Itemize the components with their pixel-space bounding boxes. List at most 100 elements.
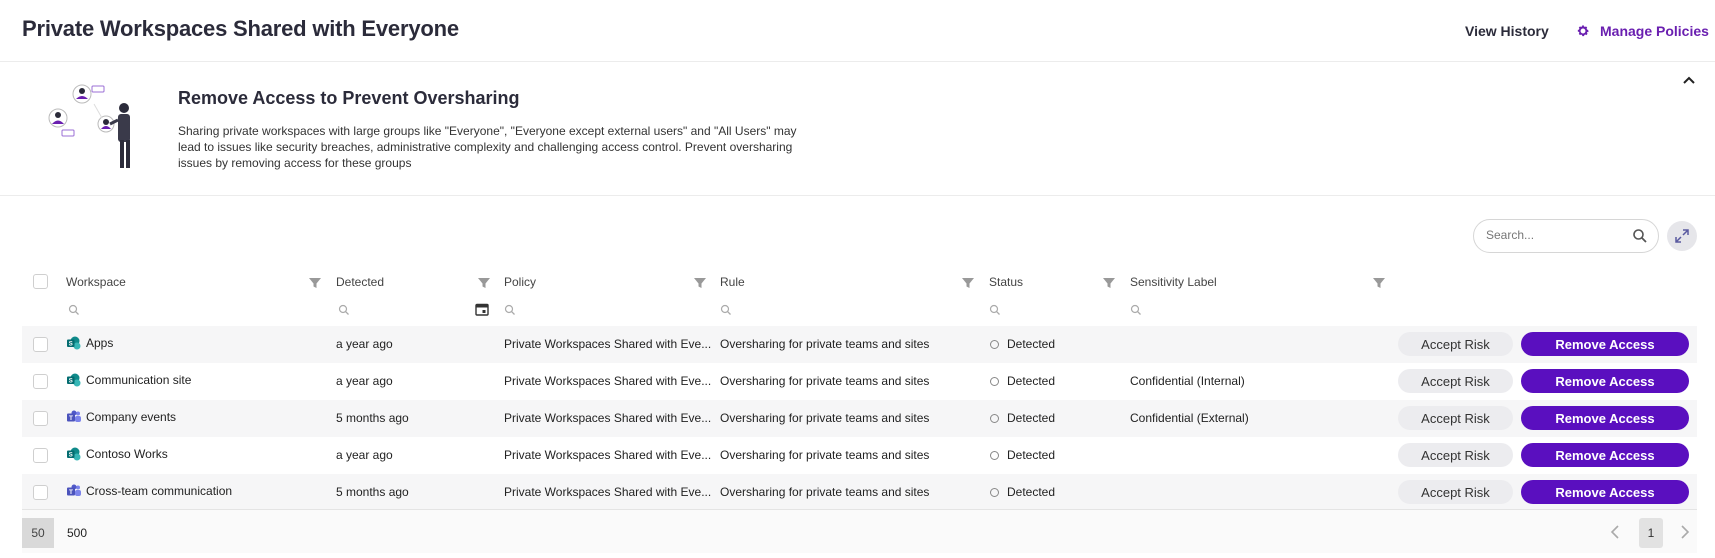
page-size-50[interactable]: 50 xyxy=(22,518,54,548)
detected-cell: 5 months ago xyxy=(336,411,409,425)
sharepoint-icon: S xyxy=(67,447,81,461)
filter-icon[interactable] xyxy=(477,276,491,290)
table-row[interactable]: T Cross-team communication 5 months ago … xyxy=(22,474,1697,511)
filter-icon[interactable] xyxy=(1372,276,1386,290)
status-indicator xyxy=(990,414,999,423)
policy-cell: Private Workspaces Shared with Eve... xyxy=(504,448,712,462)
accept-risk-button[interactable]: Accept Risk xyxy=(1398,443,1513,467)
status-cell: Detected xyxy=(1007,411,1056,425)
search-icon[interactable] xyxy=(504,304,516,316)
row-checkbox[interactable] xyxy=(33,411,48,426)
search-input[interactable] xyxy=(1486,228,1626,242)
accept-risk-button[interactable]: Accept Risk xyxy=(1398,406,1513,430)
column-header-workspace[interactable]: Workspace xyxy=(66,275,126,289)
workspaces-table: Workspace Detected Policy Rule Status Se… xyxy=(22,268,1697,511)
detected-cell: a year ago xyxy=(336,337,393,351)
detected-cell: 5 months ago xyxy=(336,485,409,499)
page-size-500[interactable]: 500 xyxy=(62,518,92,548)
search-icon[interactable] xyxy=(989,304,1001,316)
policy-cell: Private Workspaces Shared with Eve... xyxy=(504,485,712,499)
table-row[interactable]: S Contoso Works a year ago Private Works… xyxy=(22,437,1697,474)
detected-cell: a year ago xyxy=(336,374,393,388)
chevron-left-icon[interactable] xyxy=(1608,524,1622,540)
workspace-name[interactable]: Apps xyxy=(86,336,113,350)
row-checkbox[interactable] xyxy=(33,448,48,463)
workspace-name[interactable]: Company events xyxy=(86,410,176,424)
column-header-policy[interactable]: Policy xyxy=(504,275,536,289)
table-footer: 50 500 1 xyxy=(22,509,1697,553)
filter-icon[interactable] xyxy=(961,276,975,290)
view-history-link[interactable]: View History xyxy=(1465,23,1549,39)
rule-cell: Oversharing for private teams and sites xyxy=(720,411,930,425)
sensitivity-label-cell: Confidential (Internal) xyxy=(1130,374,1245,388)
sharepoint-icon: S xyxy=(67,336,81,350)
column-header-rule[interactable]: Rule xyxy=(720,275,745,289)
status-cell: Detected xyxy=(1007,374,1056,388)
rule-cell: Oversharing for private teams and sites xyxy=(720,448,930,462)
select-all-checkbox[interactable] xyxy=(33,274,48,289)
table-row[interactable]: S Apps a year ago Private Workspaces Sha… xyxy=(22,326,1697,363)
status-cell: Detected xyxy=(1007,448,1056,462)
svg-text:T: T xyxy=(69,415,73,422)
remove-access-button[interactable]: Remove Access xyxy=(1521,480,1689,504)
sharepoint-icon: S xyxy=(67,373,81,387)
rule-cell: Oversharing for private teams and sites xyxy=(720,337,930,351)
workspace-name[interactable]: Cross-team communication xyxy=(86,484,232,498)
search-icon[interactable] xyxy=(68,304,80,316)
detected-cell: a year ago xyxy=(336,448,393,462)
accept-risk-button[interactable]: Accept Risk xyxy=(1398,332,1513,356)
policy-cell: Private Workspaces Shared with Eve... xyxy=(504,411,712,425)
svg-text:S: S xyxy=(69,379,73,385)
table-body: S Apps a year ago Private Workspaces Sha… xyxy=(22,326,1697,511)
column-header-sensitivity-label[interactable]: Sensitivity Label xyxy=(1130,275,1217,289)
status-indicator xyxy=(990,340,999,349)
rule-cell: Oversharing for private teams and sites xyxy=(720,374,930,388)
remove-access-button[interactable]: Remove Access xyxy=(1521,369,1689,393)
row-checkbox[interactable] xyxy=(33,337,48,352)
row-checkbox[interactable] xyxy=(33,485,48,500)
workspace-name[interactable]: Contoso Works xyxy=(86,447,168,461)
page-number-current[interactable]: 1 xyxy=(1639,518,1663,548)
search-icon[interactable] xyxy=(1130,304,1142,316)
accept-risk-button[interactable]: Accept Risk xyxy=(1398,480,1513,504)
filter-icon[interactable] xyxy=(1102,276,1116,290)
sensitivity-label-cell: Confidential (External) xyxy=(1130,411,1249,425)
teams-icon: T xyxy=(67,484,81,496)
rule-cell: Oversharing for private teams and sites xyxy=(720,485,930,499)
workspace-name[interactable]: Communication site xyxy=(86,373,191,387)
filter-icon[interactable] xyxy=(693,276,707,290)
expand-icon xyxy=(1675,229,1689,243)
status-cell: Detected xyxy=(1007,337,1056,351)
search-icon[interactable] xyxy=(1632,228,1648,244)
expand-button[interactable] xyxy=(1667,221,1697,251)
remove-access-button[interactable]: Remove Access xyxy=(1521,406,1689,430)
remove-access-button[interactable]: Remove Access xyxy=(1521,332,1689,356)
svg-text:T: T xyxy=(69,489,73,496)
remove-access-button[interactable]: Remove Access xyxy=(1521,443,1689,467)
manage-policies-label: Manage Policies xyxy=(1600,23,1709,39)
people-sharing-illustration-icon xyxy=(48,84,130,168)
chevron-up-icon[interactable] xyxy=(1680,72,1698,90)
status-cell: Detected xyxy=(1007,485,1056,499)
column-header-detected[interactable]: Detected xyxy=(336,275,384,289)
column-header-status[interactable]: Status xyxy=(989,275,1023,289)
info-banner: Remove Access to Prevent Oversharing Sha… xyxy=(0,62,1715,196)
table-header: Workspace Detected Policy Rule Status Se… xyxy=(22,268,1697,326)
row-checkbox[interactable] xyxy=(33,374,48,389)
status-indicator xyxy=(990,377,999,386)
search-icon[interactable] xyxy=(338,304,350,316)
banner-description: Sharing private workspaces with large gr… xyxy=(178,124,797,170)
manage-policies-link[interactable]: Manage Policies xyxy=(1576,23,1709,39)
accept-risk-button[interactable]: Accept Risk xyxy=(1398,369,1513,393)
status-indicator xyxy=(990,488,999,497)
status-indicator xyxy=(990,451,999,460)
table-row[interactable]: S Communication site a year ago Private … xyxy=(22,363,1697,400)
page-header: Private Workspaces Shared with Everyone … xyxy=(0,0,1715,62)
policy-cell: Private Workspaces Shared with Eve... xyxy=(504,337,712,351)
table-row[interactable]: T Company events 5 months ago Private Wo… xyxy=(22,400,1697,437)
calendar-icon[interactable] xyxy=(475,302,489,316)
policy-cell: Private Workspaces Shared with Eve... xyxy=(504,374,712,388)
chevron-right-icon[interactable] xyxy=(1678,524,1692,540)
filter-icon[interactable] xyxy=(308,276,322,290)
search-icon[interactable] xyxy=(720,304,732,316)
